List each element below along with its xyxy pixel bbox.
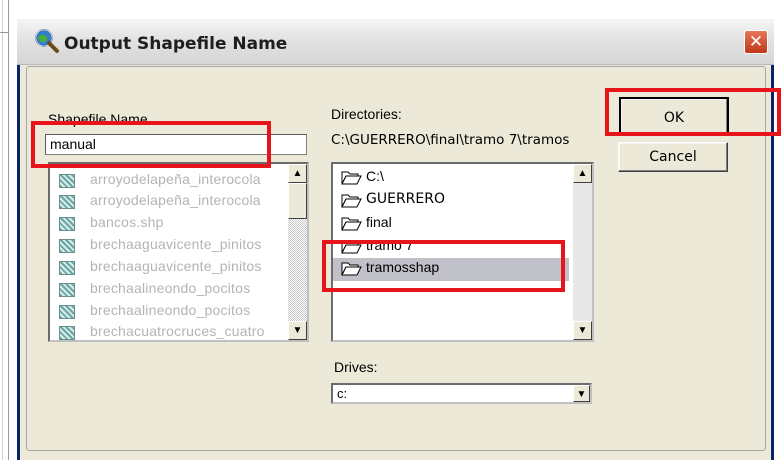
shapefile-icon [59,239,75,253]
background-window-border [8,0,9,460]
drive-select[interactable]: c: ▼ [331,383,592,404]
background-window-edge [2,0,3,460]
open-folder-icon [341,171,362,185]
directory-item[interactable]: C:\ [333,167,569,190]
arrow-up-icon: ▲ [577,168,588,179]
file-list-item[interactable]: brechaalineondo_pocitos [56,301,286,323]
open-folder-icon [341,217,362,231]
arrow-down-icon: ▼ [577,325,588,336]
file-list-item[interactable]: brechaalineondo_pocitos [56,279,286,301]
background-divider [0,32,8,33]
file-list-item[interactable]: brechaaguavicente_pinitos [56,235,286,257]
highlight-shapefile-name [31,121,271,168]
file-list-item[interactable]: arroyodelapeña_interocola [56,170,286,192]
shapefile-list[interactable]: arroyodelapeña_interocola arroyodelapeña… [48,162,309,342]
scroll-down-button[interactable]: ▼ [288,321,307,340]
directories-label: Directories: [331,106,402,122]
highlight-selected-directory [322,240,565,292]
drive-value: c: [337,386,348,401]
file-list-item[interactable]: arroyodelapeña_interocola [56,191,286,213]
close-icon: ✕ [748,32,764,52]
shapefile-icon [59,326,75,340]
dropdown-button[interactable]: ▼ [573,385,590,402]
shapefile-icon [59,283,75,297]
highlight-ok-button [605,88,781,136]
scroll-thumb[interactable] [288,183,307,219]
shapefile-icon [59,261,75,275]
file-list-item[interactable]: bancos.shp [56,213,286,235]
shapefile-icon [59,174,75,188]
current-path: C:\GUERRERO\final\tramo 7\tramos [331,132,570,148]
scroll-up-button[interactable]: ▲ [288,164,307,183]
scroll-down-button[interactable]: ▼ [573,321,592,340]
dialog-title: Output Shapefile Name [64,34,288,54]
directory-scrollbar[interactable] [573,164,592,340]
chevron-down-icon: ▼ [576,389,587,400]
directory-item[interactable]: GUERRERO [333,190,569,213]
scroll-up-button[interactable]: ▲ [573,164,592,183]
globe-magnifier-icon [35,29,59,53]
directory-item[interactable]: final [333,213,569,236]
drives-label: Drives: [334,359,378,375]
file-list-item[interactable]: brechaaguavicente_pinitos [56,257,286,279]
arrow-down-icon: ▼ [292,325,303,336]
shapefile-icon [59,305,75,319]
file-list-item[interactable]: brechacuatrocruces_cuatro [56,322,286,340]
arrow-up-icon: ▲ [292,168,303,179]
cancel-button[interactable]: Cancel [618,142,728,172]
shapefile-icon [59,195,75,209]
shapefile-icon [59,217,75,231]
open-folder-icon [341,194,362,208]
close-button[interactable]: ✕ [744,30,768,54]
